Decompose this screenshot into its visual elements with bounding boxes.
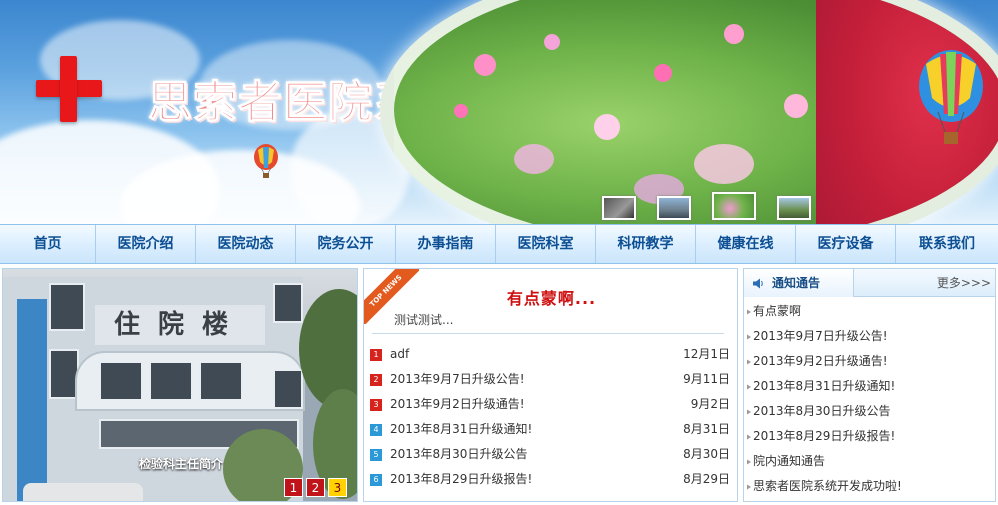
hot-air-balloon-icon <box>254 144 278 178</box>
notice-item-title[interactable]: 思索者医院系统开发成功啦! <box>753 474 902 499</box>
banner-thumb-2[interactable] <box>657 196 691 220</box>
number-icon: 2 <box>370 373 382 386</box>
arrow-bullet-icon <box>747 409 751 414</box>
list-item[interactable]: 院内通知通告 <box>746 449 994 474</box>
photo-slideshow[interactable]: 住院楼 检验科主任简介 1 2 3 <box>2 268 358 502</box>
news-panel: TOP NEWS 有点蒙啊... 测试测试... 1 adf 12月1日 2 2… <box>363 268 738 502</box>
arrow-bullet-icon <box>747 334 751 339</box>
nav-item-hospital-intro[interactable]: 医院介绍 <box>96 225 196 263</box>
list-item[interactable]: 有点蒙啊 <box>746 299 994 324</box>
building-sign: 住院楼 <box>95 305 265 345</box>
list-item[interactable]: 1 adf 12月1日 <box>370 342 734 367</box>
news-item-title[interactable]: 2013年9月7日升级公告! <box>390 367 683 392</box>
number-icon: 3 <box>370 398 382 411</box>
notice-item-title[interactable]: 有点蒙啊 <box>753 299 801 324</box>
nav-item-contact-us[interactable]: 联系我们 <box>896 225 998 263</box>
arrow-bullet-icon <box>747 384 751 389</box>
list-item[interactable]: 3 2013年9月2日升级通告! 9月2日 <box>370 392 734 417</box>
list-item[interactable]: 6 2013年8月29日升级报告! 8月29日 <box>370 467 734 492</box>
arrow-bullet-icon <box>747 434 751 439</box>
news-item-date: 9月11日 <box>683 372 730 386</box>
news-item-title[interactable]: 2013年8月30日升级公告 <box>390 442 683 467</box>
list-item[interactable]: 2013年8月30日升级公告 <box>746 399 994 424</box>
list-item[interactable]: 2013年9月2日升级通告! <box>746 349 994 374</box>
arrow-bullet-icon <box>747 459 751 464</box>
arrow-bullet-icon <box>747 359 751 364</box>
news-item-date: 8月30日 <box>683 447 730 461</box>
list-item[interactable]: 2013年8月31日升级通知! <box>746 374 994 399</box>
slide-page-3[interactable]: 3 <box>328 478 347 497</box>
banner-thumb-3[interactable] <box>712 192 756 220</box>
more-link[interactable]: 更多>>> <box>937 269 991 297</box>
news-item-date: 12月1日 <box>683 347 730 361</box>
notice-item-title[interactable]: 2013年8月29日升级报告! <box>753 424 895 449</box>
nav-item-service-guide[interactable]: 办事指南 <box>396 225 496 263</box>
banner-thumb-4[interactable] <box>777 196 811 220</box>
list-item[interactable]: 2 2013年9月7日升级公告! 9月11日 <box>370 367 734 392</box>
flower-field-photo <box>380 0 998 224</box>
notice-item-title[interactable]: 2013年9月2日升级通告! <box>753 349 888 374</box>
notice-title: 通知通告 <box>772 276 821 290</box>
banner-thumb-1[interactable] <box>602 196 636 220</box>
news-item-date: 8月29日 <box>683 472 730 486</box>
notice-item-title[interactable]: 院内通知通告 <box>753 449 825 474</box>
red-cross-logo <box>36 56 102 122</box>
notice-item-title[interactable]: 2013年8月30日升级公告 <box>753 399 890 424</box>
nav-item-affairs-public[interactable]: 院务公开 <box>296 225 396 263</box>
banner-thumbnails <box>602 192 811 220</box>
hot-air-balloon-icon <box>919 50 983 144</box>
list-item[interactable]: 2013年9月7日升级公告! <box>746 324 994 349</box>
speaker-icon <box>753 278 763 289</box>
list-item[interactable]: 4 2013年8月31日升级通知! 8月31日 <box>370 417 734 442</box>
slide-pagination: 1 2 3 <box>284 478 347 497</box>
number-icon: 6 <box>370 473 382 486</box>
nav-item-medical-equipment[interactable]: 医疗设备 <box>796 225 896 263</box>
nav-item-home[interactable]: 首页 <box>0 225 96 263</box>
number-icon: 5 <box>370 448 382 461</box>
list-item[interactable]: 5 2013年8月30日升级公告 8月30日 <box>370 442 734 467</box>
news-list: 1 adf 12月1日 2 2013年9月7日升级公告! 9月11日 3 201… <box>370 342 734 492</box>
news-item-date: 8月31日 <box>683 422 730 436</box>
list-item[interactable]: 思索者医院系统开发成功啦! <box>746 474 994 499</box>
news-item-title[interactable]: 2013年8月29日升级报告! <box>390 467 683 492</box>
header-banner: 思索者医院系统 <box>0 0 998 224</box>
notice-panel: 通知通告 更多>>> 有点蒙啊 2013年9月7日升级公告! 2013年9月2日… <box>743 268 996 502</box>
number-icon: 1 <box>370 348 382 361</box>
news-item-date: 9月2日 <box>690 397 730 411</box>
nav-item-hospital-news[interactable]: 医院动态 <box>196 225 296 263</box>
news-headline[interactable]: 有点蒙啊... <box>364 285 737 309</box>
notice-list: 有点蒙啊 2013年9月7日升级公告! 2013年9月2日升级通告! 2013年… <box>746 299 994 499</box>
nav-item-health-online[interactable]: 健康在线 <box>696 225 796 263</box>
arrow-bullet-icon <box>747 484 751 489</box>
news-item-title[interactable]: 2013年9月2日升级通告! <box>390 392 691 417</box>
notice-item-title[interactable]: 2013年8月31日升级通知! <box>753 374 895 399</box>
slide-page-2[interactable]: 2 <box>306 478 325 497</box>
list-item[interactable]: 2013年8月29日升级报告! <box>746 424 994 449</box>
news-item-title[interactable]: 2013年8月31日升级通知! <box>390 417 683 442</box>
news-item-title[interactable]: adf <box>390 342 683 367</box>
news-summary: 测试测试... <box>394 313 454 327</box>
arrow-bullet-icon <box>747 309 751 314</box>
notice-tab[interactable]: 通知通告 <box>744 269 854 297</box>
nav-item-research-teaching[interactable]: 科研教学 <box>596 225 696 263</box>
slide-caption[interactable]: 检验科主任简介 <box>3 451 357 477</box>
slide-page-1[interactable]: 1 <box>284 478 303 497</box>
notice-header: 通知通告 更多>>> <box>744 269 995 297</box>
nav-item-departments[interactable]: 医院科室 <box>496 225 596 263</box>
main-nav: 首页 医院介绍 医院动态 院务公开 办事指南 医院科室 科研教学 健康在线 医疗… <box>0 224 998 264</box>
number-icon: 4 <box>370 423 382 436</box>
notice-item-title[interactable]: 2013年9月7日升级公告! <box>753 324 888 349</box>
